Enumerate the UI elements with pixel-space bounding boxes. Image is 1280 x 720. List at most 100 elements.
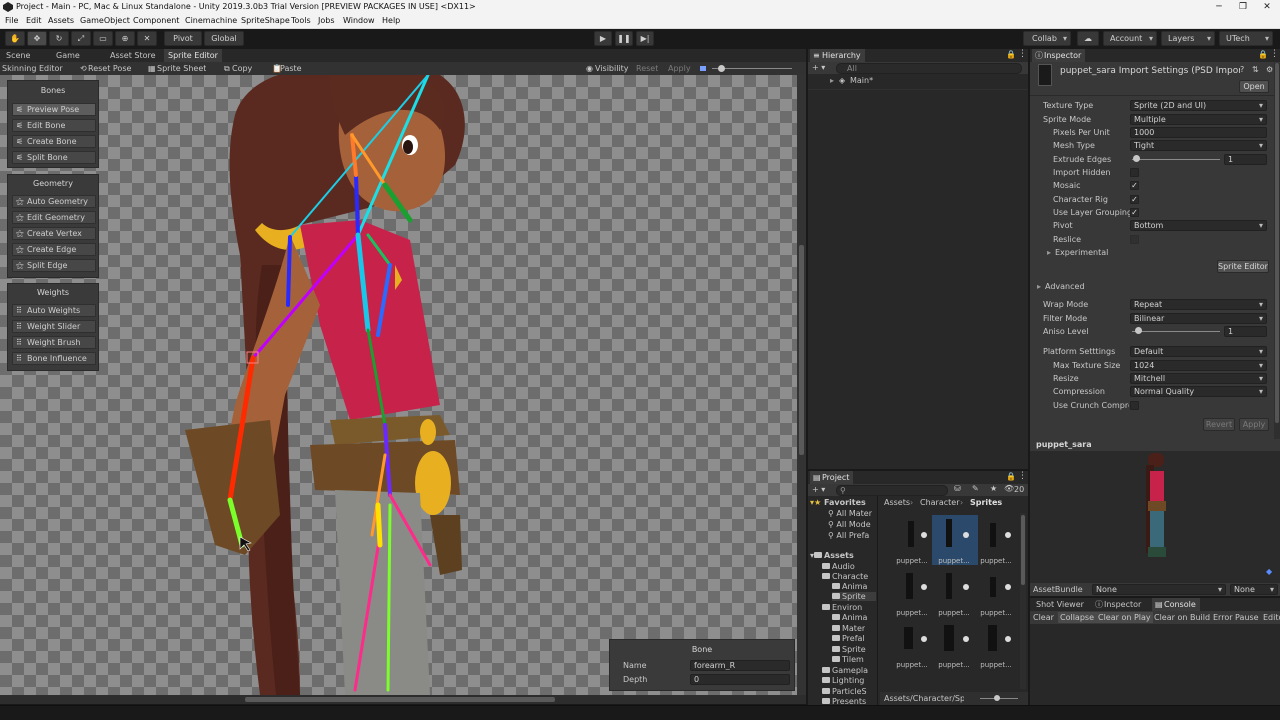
collab-dropdown[interactable]: Collab xyxy=(1023,31,1071,46)
apply-button[interactable]: Apply xyxy=(668,64,691,73)
maximize-button[interactable]: ❐ xyxy=(1230,0,1256,15)
paste-button[interactable]: 📋 Paste xyxy=(272,64,302,73)
tab-game[interactable]: Game xyxy=(52,49,84,62)
project-menu-icon[interactable]: ⋮ xyxy=(1018,471,1027,481)
advanced-foldout[interactable]: ▸ Advanced xyxy=(1037,282,1085,291)
folder-item[interactable]: ParticleS xyxy=(822,687,867,696)
asset-thumb[interactable]: puppet... xyxy=(890,567,936,617)
folder-item[interactable]: Gamepla xyxy=(822,666,868,675)
mosaic-checkbox[interactable]: ✓ xyxy=(1130,181,1139,190)
asset-thumb[interactable]: puppet... xyxy=(974,619,1020,669)
sprite-sheet-button[interactable]: ▦ Sprite Sheet xyxy=(148,64,206,73)
minimize-button[interactable]: ─ xyxy=(1206,0,1232,15)
folder-item[interactable]: Mater xyxy=(832,624,865,633)
menu-file[interactable]: File xyxy=(5,16,18,25)
reset-button[interactable]: Reset xyxy=(636,64,658,73)
asset-thumb[interactable]: puppet... xyxy=(890,619,936,669)
menu-jobs[interactable]: Jobs xyxy=(318,16,335,25)
step-button-icon[interactable]: ▶| xyxy=(636,31,654,46)
preview-settings-icon[interactable]: ◆ xyxy=(1266,567,1272,576)
inspector-menu-icon[interactable]: ⋮ xyxy=(1270,49,1279,59)
menu-gameobject[interactable]: GameObject xyxy=(80,16,130,25)
favorite-item[interactable]: ⚲ All Mater xyxy=(828,509,872,518)
character-rig-checkbox[interactable]: ✓ xyxy=(1130,195,1139,204)
transform-tool-icon[interactable]: ⊕ xyxy=(115,31,135,46)
edit-geometry-button[interactable]: ⚝ Edit Geometry xyxy=(12,211,96,224)
asset-grid-scrollbar-thumb[interactable] xyxy=(1021,515,1025,585)
compression-dropdown[interactable]: Normal Quality xyxy=(1130,386,1267,397)
asset-thumb[interactable]: puppet... xyxy=(974,515,1020,565)
inspector-scrollbar-thumb[interactable] xyxy=(1275,63,1279,423)
experimental-foldout[interactable]: ▸ Experimental xyxy=(1047,248,1108,257)
project-search-input[interactable]: ⚲ xyxy=(836,485,948,496)
reset-pose-button[interactable]: ⟲ Reset Pose xyxy=(80,64,131,73)
preview-pose-button[interactable]: ⚟ Preview Pose xyxy=(12,103,96,116)
bone-influence-button[interactable]: ⠿ Bone Influence xyxy=(12,352,96,365)
extrude-edges-slider-handle[interactable] xyxy=(1133,155,1140,162)
layers-dropdown[interactable]: Layers xyxy=(1161,31,1215,46)
menu-edit[interactable]: Edit xyxy=(26,16,42,25)
folder-item[interactable]: Audio xyxy=(822,562,855,571)
menu-assets[interactable]: Assets xyxy=(48,16,74,25)
rect-tool-icon[interactable]: ▭ xyxy=(93,31,113,46)
scale-tool-icon[interactable]: ⤢ xyxy=(71,31,91,46)
revert-button[interactable]: Revert xyxy=(1203,418,1235,431)
favorites-node[interactable]: ▾★ Favorites xyxy=(810,498,866,507)
lock-icon[interactable]: 🔒 xyxy=(1006,50,1016,59)
auto-geometry-button[interactable]: ⚝ Auto Geometry xyxy=(12,195,96,208)
tab-asset-store[interactable]: Asset Store xyxy=(106,49,160,62)
menu-tools[interactable]: Tools xyxy=(291,16,311,25)
split-bone-button[interactable]: ⚟ Split Bone xyxy=(12,151,96,164)
breadcrumb-assets[interactable]: Assets xyxy=(884,498,910,507)
breadcrumb-character[interactable]: Character xyxy=(920,498,960,507)
split-edge-button[interactable]: ⚝ Split Edge xyxy=(12,259,96,272)
open-button[interactable]: Open xyxy=(1239,80,1269,93)
create-vertex-button[interactable]: ⚝ Create Vertex xyxy=(12,227,96,240)
menu-dots-icon[interactable]: ⋮ xyxy=(1018,49,1027,59)
aniso-level-field[interactable]: 1 xyxy=(1224,326,1267,337)
weight-slider-button[interactable]: ⠿ Weight Slider xyxy=(12,320,96,333)
tab-scene[interactable]: Scene xyxy=(2,49,34,62)
scene-vscrollbar-thumb[interactable] xyxy=(799,245,804,455)
presets-icon[interactable]: ⇅ xyxy=(1252,65,1259,74)
aniso-level-slider-handle[interactable] xyxy=(1135,327,1142,334)
folder-item[interactable]: Characte xyxy=(822,572,868,581)
project-lock-icon[interactable]: 🔒 xyxy=(1006,472,1016,481)
tab-console[interactable]: ▤ Console xyxy=(1152,598,1200,611)
console-clear-button[interactable]: Clear xyxy=(1033,613,1054,622)
pause-button-icon[interactable]: ❚❚ xyxy=(615,31,633,46)
custom-tool-icon[interactable]: ✕ xyxy=(137,31,157,46)
pivot-toggle[interactable]: Pivot xyxy=(164,31,202,46)
favorite-star-icon[interactable]: ★ xyxy=(990,484,997,493)
tab-hierarchy[interactable]: ≡ Hierarchy xyxy=(810,49,865,62)
scene-hscrollbar[interactable] xyxy=(0,695,806,704)
account-dropdown[interactable]: Account xyxy=(1103,31,1157,46)
scene-hscrollbar-thumb[interactable] xyxy=(245,697,555,702)
menu-component[interactable]: Component xyxy=(133,16,179,25)
use-layer-grouping-checkbox[interactable]: ✓ xyxy=(1130,208,1139,217)
tab-project[interactable]: ▤ Project xyxy=(810,471,854,484)
auto-weights-button[interactable]: ⠿ Auto Weights xyxy=(12,304,96,317)
console-clear-on-play-button[interactable]: Clear on Play xyxy=(1096,612,1153,623)
sprite-canvas[interactable]: Bones ⚟ Preview Pose ⚟ Edit Bone ⚟ Create B… xyxy=(0,75,806,695)
folder-item[interactable]: Lighting xyxy=(822,676,864,685)
skinning-editor-dropdown[interactable]: Skinning Editor xyxy=(2,64,63,73)
hierarchy-item-main[interactable]: ▸ ◈ Main* xyxy=(828,76,873,85)
help-icon[interactable]: ? xyxy=(1240,65,1244,74)
assetbundle-variant-dropdown[interactable]: None xyxy=(1230,584,1278,595)
console-editor-dropdown[interactable]: Edito xyxy=(1263,613,1280,622)
global-toggle[interactable]: Global xyxy=(204,31,244,46)
folder-item-selected[interactable]: Sprite xyxy=(832,592,876,601)
rotate-tool-icon[interactable]: ↻ xyxy=(49,31,69,46)
apply-button[interactable]: Apply xyxy=(1239,418,1269,431)
create-bone-button[interactable]: ⚟ Create Bone xyxy=(12,135,96,148)
sprite-mode-dropdown[interactable]: Multiple xyxy=(1130,114,1267,125)
bone-name-field[interactable]: forearm_R xyxy=(690,660,790,671)
project-add-button[interactable]: + ▾ xyxy=(812,485,825,494)
wrap-mode-dropdown[interactable]: Repeat xyxy=(1130,299,1267,310)
layout-dropdown[interactable]: UTech xyxy=(1219,31,1273,46)
asset-grid-scrollbar[interactable] xyxy=(1020,513,1026,689)
platform-dropdown[interactable]: Default xyxy=(1130,346,1267,357)
menu-help[interactable]: Help xyxy=(382,16,400,25)
edit-bone-button[interactable]: ⚟ Edit Bone xyxy=(12,119,96,132)
